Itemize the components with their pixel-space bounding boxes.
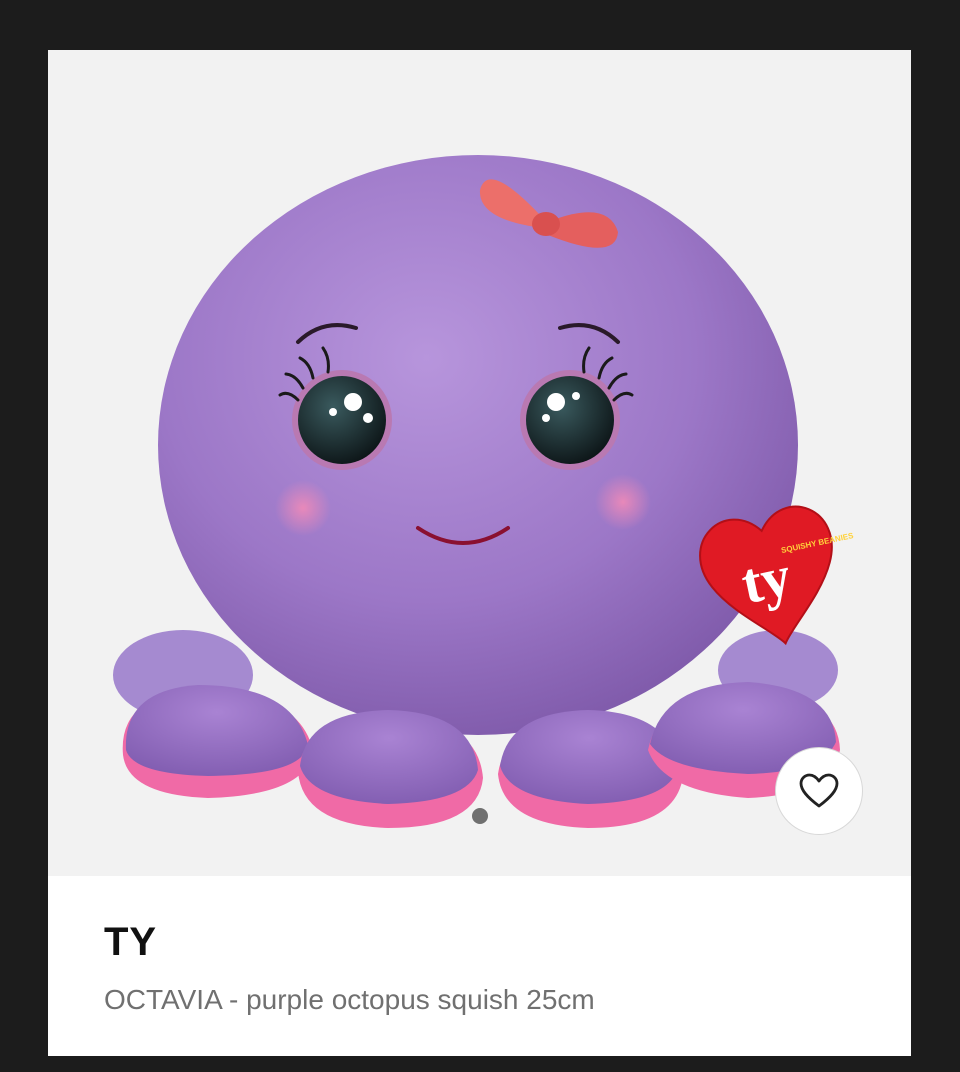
product-image-area[interactable]: ty SQUISHY BEANIES — [48, 50, 911, 876]
product-card[interactable]: ty SQUISHY BEANIES TY OCTAVIA - purple o… — [48, 50, 911, 1056]
left-cheek — [275, 480, 331, 536]
product-title[interactable]: OCTAVIA - purple octopus squish 25cm — [104, 984, 595, 1016]
right-cheek — [595, 474, 651, 530]
heart-icon — [799, 773, 839, 808]
brand-name[interactable]: TY — [104, 920, 157, 965]
plush-body — [158, 155, 798, 735]
product-image[interactable]: ty SQUISHY BEANIES — [48, 50, 911, 876]
carousel-dot-active[interactable] — [472, 808, 488, 824]
favorite-button[interactable] — [775, 747, 863, 835]
